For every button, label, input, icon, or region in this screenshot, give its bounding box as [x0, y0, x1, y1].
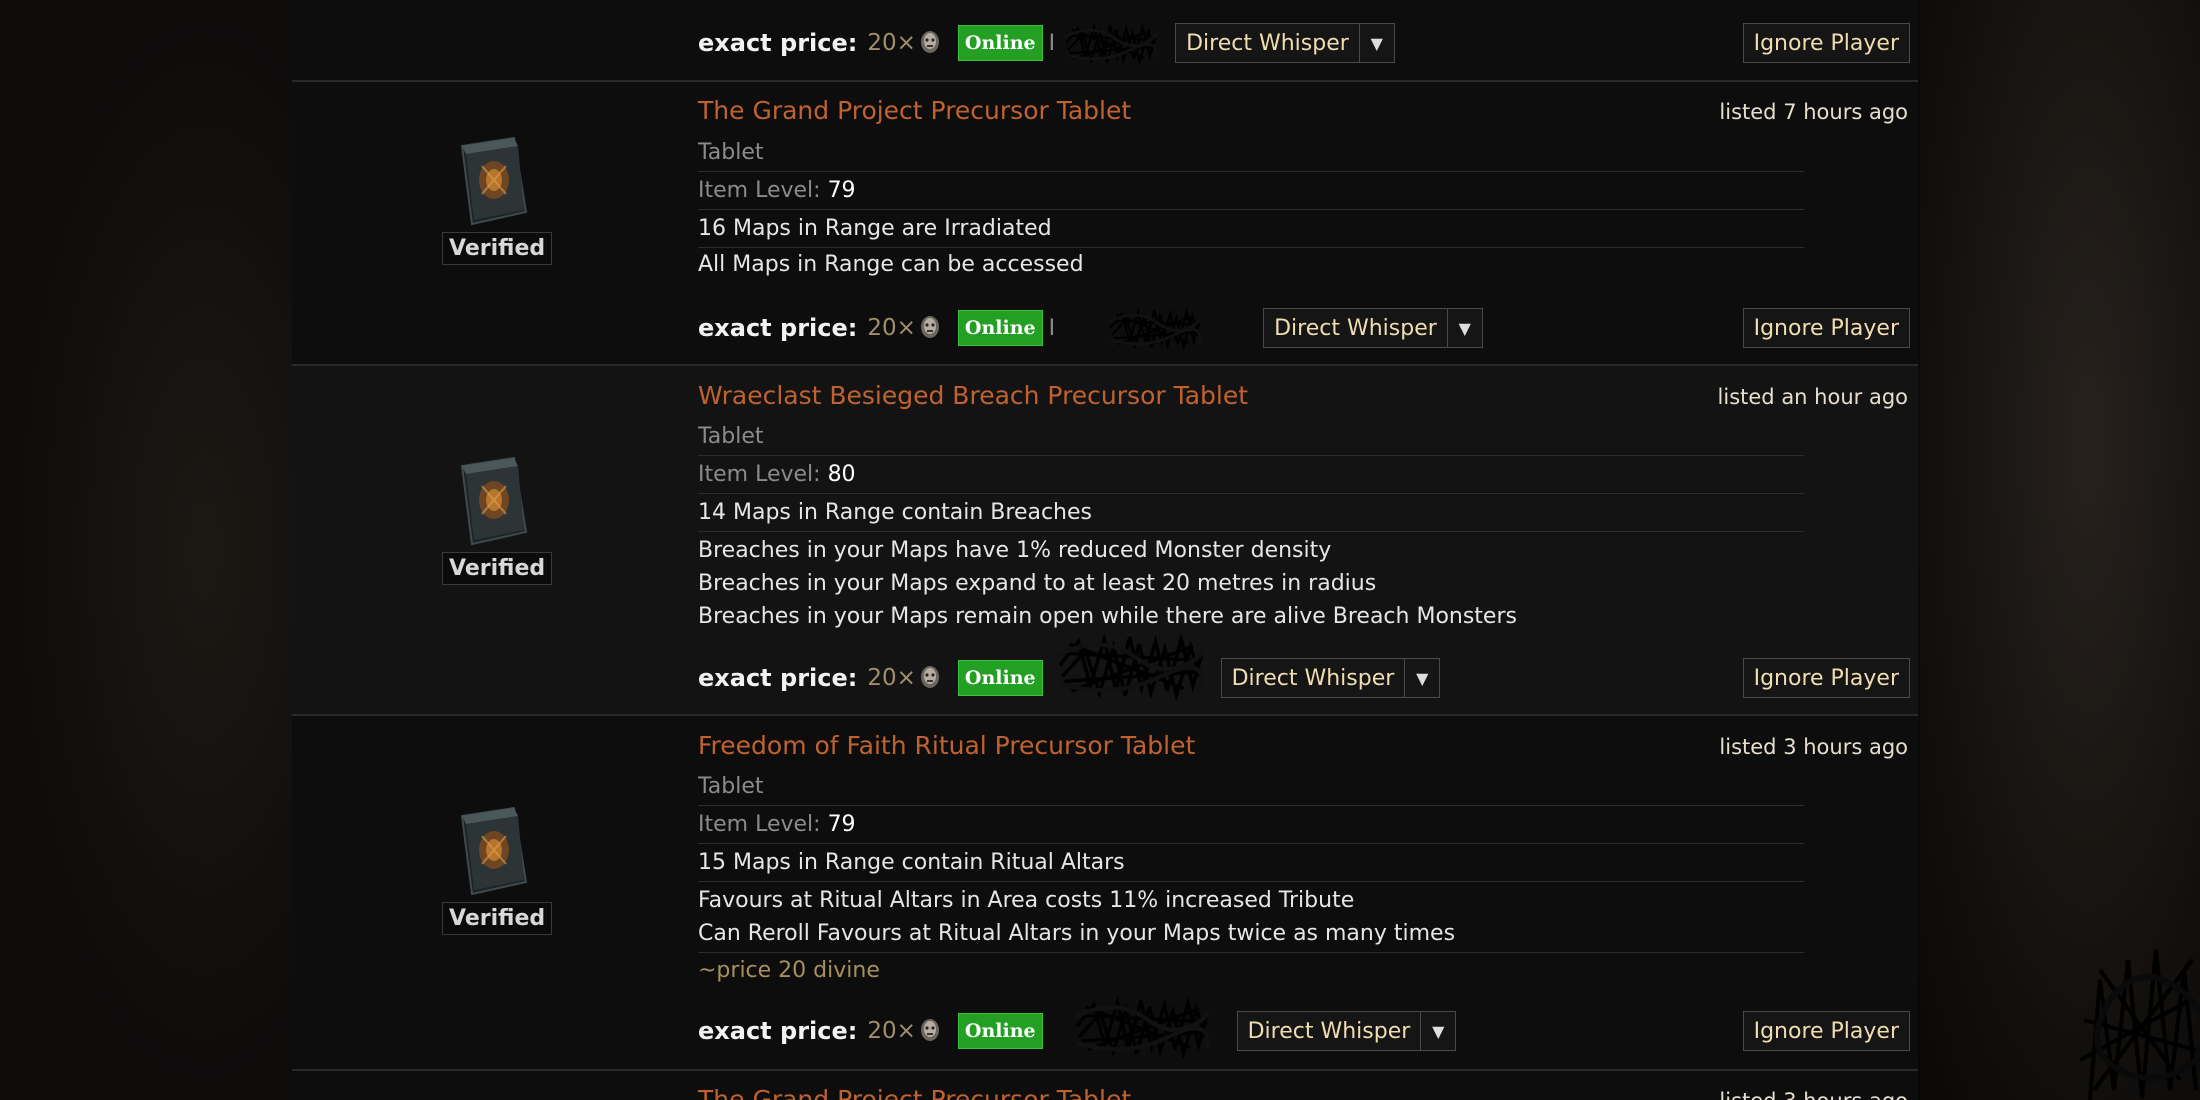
item-level-label: Item Level:: [698, 462, 821, 487]
exact-price-label: exact price:: [698, 29, 858, 57]
background-left: [0, 0, 292, 1100]
caret-down-icon[interactable]: ▼: [1446, 309, 1482, 347]
exact-price-label: exact price:: [698, 1017, 858, 1045]
implicit-mod: 14 Maps in Range contain Breaches: [698, 494, 1804, 532]
price-bar: exact price: 20× Online Direct Whisper ▼: [698, 1011, 1457, 1051]
listing-row-partial: The Grand Project Precursor Tablet liste…: [292, 1071, 1918, 1100]
precursor-tablet-icon[interactable]: [442, 452, 532, 548]
precursor-tablet-icon[interactable]: [442, 132, 532, 228]
price-amount: 20×: [867, 315, 916, 341]
divine-orb-icon: [918, 313, 942, 343]
explicit-mod: All Maps in Range can be accessed: [698, 252, 1084, 277]
ignore-player-button[interactable]: Ignore Player: [1742, 23, 1910, 63]
listed-time: listed an hour ago: [1717, 385, 1908, 409]
explicit-mod: Favours at Ritual Altars in Area costs 1…: [698, 888, 1355, 913]
listing-row-top: exact price: 20× Online I Direct Whisper…: [292, 0, 1918, 82]
item-name[interactable]: The Grand Project Precursor Tablet: [698, 1085, 1131, 1100]
direct-whisper-label[interactable]: Direct Whisper: [1222, 659, 1405, 697]
online-status-badge: Online: [957, 310, 1043, 346]
item-level-label: Item Level:: [698, 178, 821, 203]
caret-down-icon[interactable]: ▼: [1420, 1012, 1455, 1050]
price-bar: exact price: 20× Online Direct Whisper ▼: [698, 658, 1441, 698]
divine-orb-icon: [918, 1016, 942, 1046]
listed-time: listed 3 hours ago: [1719, 1089, 1908, 1100]
redaction-scribble-corner: [2079, 949, 2200, 1100]
explicit-mod: Breaches in your Maps expand to at least…: [698, 571, 1377, 596]
listing-row: Verified The Grand Project Precursor Tab…: [292, 82, 1918, 366]
precursor-tablet-icon[interactable]: [442, 802, 532, 898]
item-level-value: 80: [827, 462, 856, 487]
verified-badge: Verified: [442, 552, 553, 585]
direct-whisper-button[interactable]: Direct Whisper ▼: [1263, 308, 1483, 348]
divine-orb-icon: [918, 663, 942, 693]
online-status-badge: Online: [957, 1013, 1043, 1049]
direct-whisper-button[interactable]: Direct Whisper ▼: [1175, 23, 1395, 63]
item-name[interactable]: Freedom of Faith Ritual Precursor Tablet: [698, 731, 1195, 760]
item-level-value: 79: [827, 812, 856, 837]
verified-badge: Verified: [442, 232, 553, 265]
explicit-mod: Can Reroll Favours at Ritual Altars in y…: [698, 915, 1804, 953]
direct-whisper-button[interactable]: Direct Whisper ▼: [1236, 1011, 1457, 1051]
implicit-mod: 15 Maps in Range contain Ritual Altars: [698, 844, 1804, 882]
explicit-mod: Breaches in your Maps have 1% reduced Mo…: [698, 538, 1332, 563]
price-bar: exact price: 20× Online I Direct Whisper…: [698, 23, 1395, 63]
online-status-badge: Online: [957, 25, 1043, 61]
direct-whisper-button[interactable]: Direct Whisper ▼: [1220, 658, 1441, 698]
implicit-mod: 16 Maps in Range are Irradiated: [698, 210, 1804, 248]
background-right: [1920, 0, 2200, 1100]
listed-time: listed 7 hours ago: [1719, 100, 1908, 124]
item-name[interactable]: The Grand Project Precursor Tablet: [698, 96, 1131, 125]
redacted-seller-scribble: [1047, 21, 1175, 65]
caret-down-icon[interactable]: ▼: [1404, 659, 1439, 697]
item-type: Tablet: [698, 134, 1804, 172]
item-level-line: Item Level: 80: [698, 456, 1804, 494]
listing-row: Verified Wraeclast Besieged Breach Precu…: [292, 366, 1918, 716]
item-level-line: Item Level: 79: [698, 172, 1804, 210]
listed-time: listed 3 hours ago: [1719, 735, 1908, 759]
item-icon-box: Verified: [442, 132, 553, 265]
price-amount: 20×: [867, 665, 916, 691]
trade-results-panel: exact price: 20× Online I Direct Whisper…: [292, 0, 1918, 1100]
item-level-value: 79: [827, 178, 856, 203]
price-note: ~price 20 divine: [698, 958, 880, 983]
listing-row: Verified Freedom of Faith Ritual Precurs…: [292, 716, 1918, 1071]
redacted-seller-scribble: [1047, 306, 1263, 350]
item-type: Tablet: [698, 768, 1804, 806]
online-status-badge: Online: [957, 660, 1043, 696]
price-amount: 20×: [867, 30, 916, 56]
item-type: Tablet: [698, 418, 1804, 456]
item-level-line: Item Level: 79: [698, 806, 1804, 844]
price-amount: 20×: [867, 1018, 916, 1044]
divine-orb-icon: [918, 28, 942, 58]
direct-whisper-label[interactable]: Direct Whisper: [1264, 309, 1447, 347]
caret-down-icon[interactable]: ▼: [1358, 24, 1394, 62]
ignore-player-button[interactable]: Ignore Player: [1742, 1011, 1910, 1051]
ignore-player-button[interactable]: Ignore Player: [1742, 658, 1910, 698]
item-name[interactable]: Wraeclast Besieged Breach Precursor Tabl…: [698, 381, 1248, 410]
ignore-player-button[interactable]: Ignore Player: [1742, 308, 1910, 348]
redacted-seller-scribble: [1047, 630, 1215, 700]
price-bar: exact price: 20× Online I Direct Whisper…: [698, 308, 1483, 348]
direct-whisper-label[interactable]: Direct Whisper: [1176, 24, 1359, 62]
item-icon-box: Verified: [442, 452, 553, 585]
redacted-seller-scribble: [1047, 994, 1237, 1058]
direct-whisper-label[interactable]: Direct Whisper: [1238, 1012, 1421, 1050]
explicit-mod: Breaches in your Maps remain open while …: [698, 604, 1517, 629]
exact-price-label: exact price:: [698, 664, 858, 692]
item-level-label: Item Level:: [698, 812, 821, 837]
verified-badge: Verified: [442, 902, 553, 935]
item-icon-box: Verified: [442, 802, 553, 935]
exact-price-label: exact price:: [698, 314, 858, 342]
